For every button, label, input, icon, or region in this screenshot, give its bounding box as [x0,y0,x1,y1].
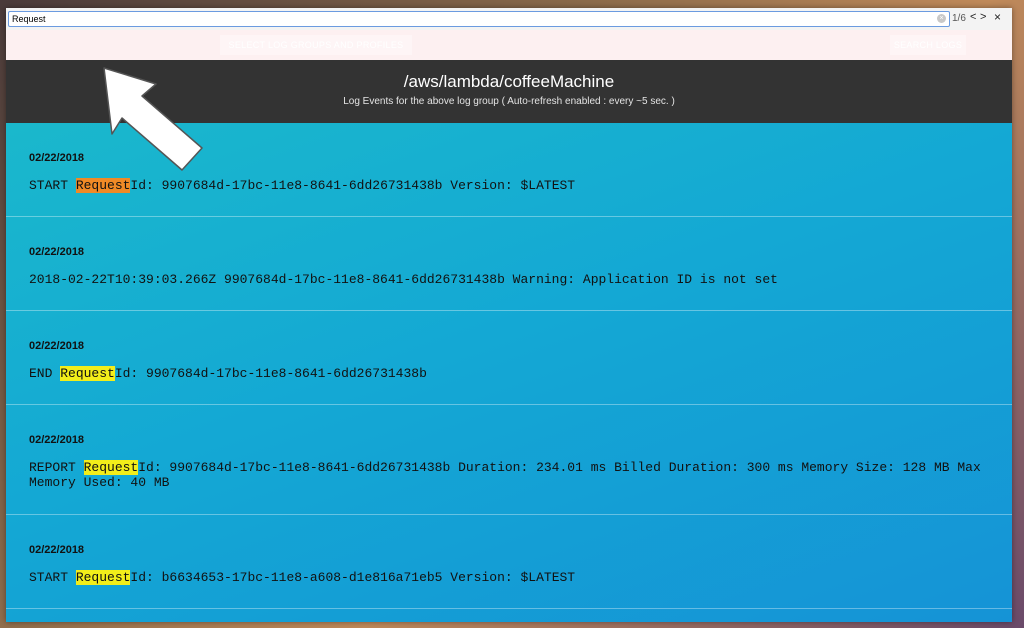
log-entry: 02/22/2018 START RequestId: b6634653-17bc… [6,515,1012,609]
log-message: REPORT RequestId: 9907684d-17bc-11e8-864… [29,460,982,490]
log-date: 02/22/2018 [29,246,85,258]
log-message-text: Id: 9907684d-17bc-11e8-8641-6dd26731438b… [29,460,989,490]
log-message-text: 2018-02-22T10:39:03.266Z 9907684d-17bc-1… [29,272,778,287]
find-input-wrapper: × [8,11,950,27]
prev-match-icon[interactable]: < [970,11,976,23]
log-date: 02/22/2018 [29,152,85,164]
search-highlight: Request [75,570,131,585]
log-message: END RequestId: 9907684d-17bc-11e8-8641-6… [29,366,982,381]
select-log-groups-button[interactable]: SELECT LOG GROUPS AND PROFILES [220,35,412,55]
log-message: 2018-02-22T10:39:03.266Z 9907684d-17bc-1… [29,272,982,287]
match-count: 1/6 [952,13,966,24]
search-highlight: Request [83,460,139,475]
log-entry: 02/22/2018 END RequestId: 9907684d-17bc-1… [6,311,1012,405]
log-message-text: Id: 9907684d-17bc-11e8-8641-6dd26731438b [114,366,427,381]
toolbar-left-label [20,35,202,55]
log-message-text: START [29,570,76,585]
log-entry: 02/22/2018 REPORT RequestId: 9907684d-17b… [6,405,1012,515]
close-icon[interactable]: × [994,10,1001,24]
log-entry: 02/22/2018 2018-02-22T10:39:03.266Z 99076… [6,217,1012,311]
log-date: 02/22/2018 [29,340,85,352]
clear-icon[interactable]: × [937,14,946,23]
find-bar: × 1/6 < > × [6,8,1012,31]
log-message-text: START [29,178,76,193]
find-input[interactable] [12,12,932,26]
next-match-icon[interactable]: > [980,11,986,23]
log-date: 02/22/2018 [29,544,85,556]
log-date: 02/22/2018 [29,434,85,446]
log-message-text: REPORT [29,460,84,475]
search-highlight: Request [60,366,115,381]
toolbar: SELECT LOG GROUPS AND PROFILES SEARCH LO… [6,30,1012,60]
app-window: × 1/6 < > × SELECT LOG GROUPS AND PROFIL… [6,8,1012,622]
log-events-list: 02/22/2018 START RequestId: 9907684d-17bc… [6,123,1012,622]
pointer-arrow-icon [103,67,203,171]
search-logs-button[interactable]: SEARCH LOGS [890,35,966,55]
log-message-text: END [29,366,61,381]
log-message-text: Id: b6634653-17bc-11e8-a608-d1e816a71eb5… [130,570,576,585]
log-message: START RequestId: b6634653-17bc-11e8-a608… [29,570,982,585]
